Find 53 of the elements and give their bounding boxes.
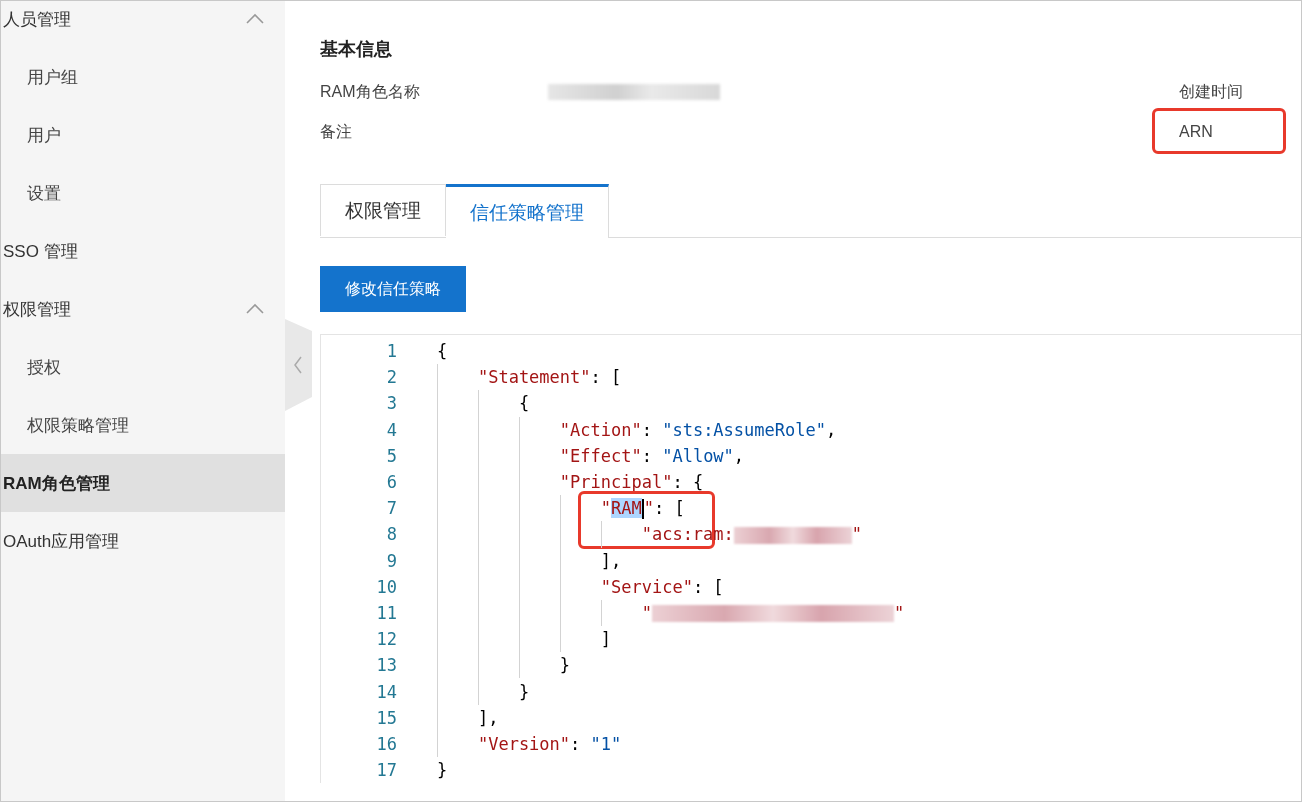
code-line[interactable]: }: [518, 681, 530, 702]
sidebar-item[interactable]: 用户组: [1, 48, 285, 106]
line-number: 6: [385, 472, 397, 493]
line-number: 12: [375, 629, 397, 650]
sidebar-item[interactable]: 设置: [1, 164, 285, 222]
sidebar-item[interactable]: OAuth应用管理: [1, 512, 285, 570]
tab[interactable]: 信任策略管理: [446, 184, 609, 238]
code-line[interactable]: "Action": "sts:AssumeRole",: [559, 419, 837, 440]
field-label: 创建时间: [1179, 82, 1243, 100]
line-number: 7: [385, 498, 397, 519]
tab[interactable]: 权限管理: [320, 184, 446, 236]
section-title: 基本信息: [320, 38, 393, 61]
field-label: RAM角色名称: [320, 81, 421, 102]
field-label: 备注: [320, 121, 353, 142]
chevron-up-icon[interactable]: [245, 303, 265, 315]
edit-policy-button[interactable]: 修改信任策略: [320, 266, 466, 312]
sidebar-item[interactable]: 权限策略管理: [1, 396, 285, 454]
line-number: 13: [375, 655, 397, 676]
sidebar-item[interactable]: 人员管理: [1, 1, 285, 48]
code-line[interactable]: {: [437, 341, 448, 362]
line-number: 10: [375, 576, 397, 597]
code-line[interactable]: }: [559, 655, 571, 676]
code-line[interactable]: ]: [600, 629, 611, 650]
line-number: 3: [385, 393, 397, 414]
sidebar-item[interactable]: SSO 管理: [1, 222, 285, 280]
sidebar-item[interactable]: 授权: [1, 338, 285, 396]
sidebar-item[interactable]: 权限管理: [1, 280, 285, 338]
line-number: 4: [385, 419, 397, 440]
sidebar-item[interactable]: RAM角色管理: [1, 454, 285, 512]
line-number: 5: [385, 445, 397, 466]
code-line[interactable]: "Principal": {: [559, 472, 704, 493]
code-line[interactable]: "Effect": "Allow",: [559, 445, 745, 466]
code-line[interactable]: "RAM": [: [600, 497, 685, 519]
code-line[interactable]: "Statement": [: [477, 367, 622, 388]
code-line[interactable]: ],: [477, 707, 499, 728]
line-number: 14: [375, 681, 397, 702]
line-number: 16: [375, 733, 397, 754]
field-label: ARN: [1179, 123, 1213, 140]
code-line[interactable]: "Version": "1": [477, 733, 622, 754]
code-line[interactable]: }: [437, 760, 448, 781]
line-number: 9: [385, 550, 397, 571]
collapse-handle[interactable]: [285, 319, 312, 411]
line-number: 15: [375, 707, 397, 728]
line-number: 1: [385, 341, 397, 362]
sidebar-item[interactable]: 用户: [1, 106, 285, 164]
line-number: 2: [385, 367, 397, 388]
line-number: 8: [385, 524, 397, 545]
code-line[interactable]: ],: [600, 550, 622, 571]
code-line[interactable]: "Service": [: [600, 576, 724, 597]
line-number: 17: [375, 760, 397, 781]
line-number: 11: [375, 602, 397, 623]
chevron-up-icon[interactable]: [245, 13, 265, 25]
code-line[interactable]: {: [518, 393, 530, 414]
